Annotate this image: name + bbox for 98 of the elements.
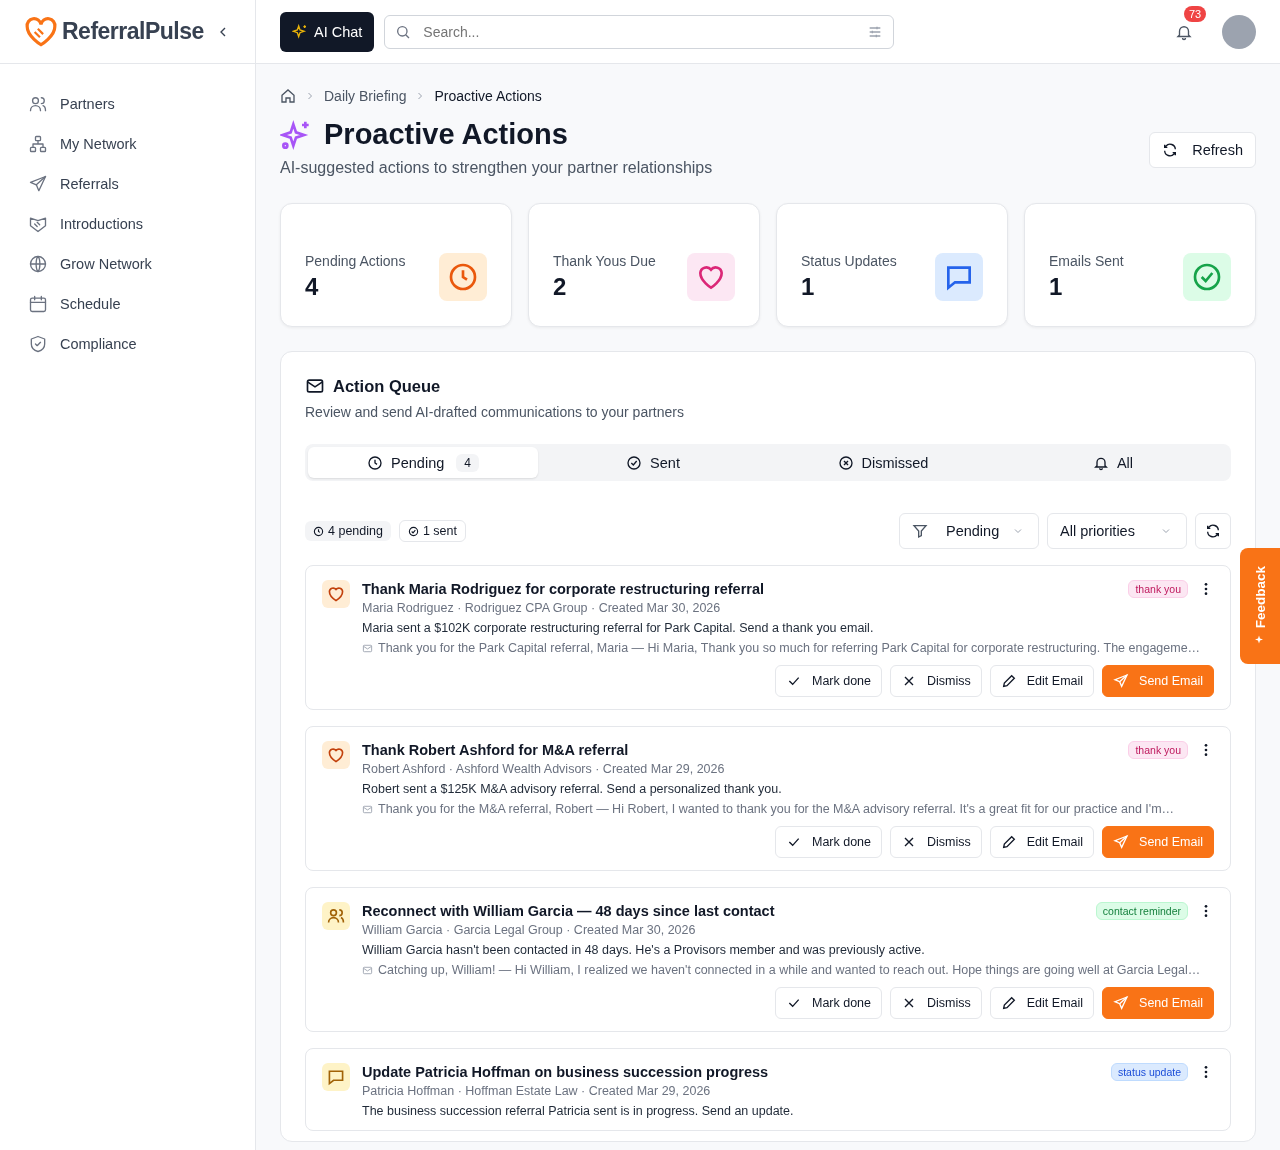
stat-value: 2 — [553, 273, 568, 301]
tab-count: 4 — [456, 453, 479, 472]
mail-icon — [362, 803, 373, 815]
sidebar-item[interactable]: Referrals — [24, 166, 231, 202]
mark-done-button[interactable]: Mark done — [774, 987, 883, 1019]
action-meta: Maria Rodriguez · Rodriguez CPA Group · Created Mar 30, 2026 — [362, 601, 722, 615]
page-subtitle: AI-suggested actions to strengthen your partner relationships — [280, 159, 713, 177]
tab[interactable]: Sent — [538, 447, 768, 478]
action-title: Reconnect with William Garcia — 48 days since last contact — [362, 903, 776, 919]
sidebar-item[interactable]: My Network — [24, 126, 231, 162]
chat-bubble-icon — [322, 1063, 350, 1091]
dismiss-button[interactable]: Dismiss — [890, 826, 982, 858]
pencil-icon — [1000, 995, 1017, 1011]
action-tag: contact reminder — [1095, 902, 1188, 920]
chip-label: 4 pending — [328, 524, 383, 538]
sidebar-item[interactable]: Compliance — [24, 326, 231, 362]
email-preview: Thank you for the M&A referral, Robert — Hi Robert, I wanted to thank you for the M&A advisory referral. It's a great fit for our practice and I'm… — [378, 802, 1175, 816]
mail-icon — [305, 376, 325, 396]
send-icon — [28, 174, 48, 194]
globe-icon — [28, 254, 48, 274]
tab[interactable]: All — [998, 447, 1228, 478]
email-preview: Catching up, William! — Hi William, I realized we haven't connected in a while and wanted to reach out. Hope things are going well at Garcia Legal… — [378, 963, 1201, 977]
action-tag: thank you — [1128, 580, 1188, 598]
calendar-icon — [28, 294, 48, 314]
action-description: Robert sent a $125K M&A advisory referral. Send a personalized thank you. — [362, 782, 783, 796]
mail-icon — [362, 642, 373, 654]
search-icon — [395, 23, 412, 40]
send-icon — [1113, 673, 1130, 689]
refresh-icon — [1205, 523, 1221, 539]
stat-label: Emails Sent — [1049, 253, 1124, 269]
x-circle-icon — [837, 454, 854, 471]
filter-dropdown[interactable]: Pending — [899, 513, 1039, 549]
sidebar-item[interactable]: Grow Network — [24, 246, 231, 282]
search-input[interactable]: Search... — [421, 22, 858, 41]
stat-value: 4 — [305, 273, 320, 301]
check-circle-icon — [626, 454, 643, 471]
action-description: William Garcia hasn't been contacted in 48 days. He's a Provisors member and was previously active. — [362, 943, 926, 957]
edit-email-button[interactable]: Edit Email — [989, 665, 1095, 697]
sidebar-item[interactable]: Schedule — [24, 286, 231, 322]
sparkle-icon — [292, 23, 308, 40]
dismiss-button[interactable]: Dismiss — [890, 665, 982, 697]
action-tag: thank you — [1128, 741, 1188, 759]
pencil-icon — [1000, 834, 1017, 850]
check-circle-icon — [407, 525, 419, 537]
send-icon — [1113, 834, 1130, 850]
reload-button[interactable] — [1195, 513, 1231, 549]
sidebar-item[interactable]: Introductions — [24, 206, 231, 242]
people-icon — [28, 94, 48, 114]
people-icon — [322, 902, 350, 930]
action-title: Thank Robert Ashford for M&A referral — [362, 742, 630, 758]
stat-label: Status Updates — [801, 253, 897, 269]
brand-name: ReferralPulse — [62, 18, 204, 45]
chat-bubble-icon — [935, 253, 983, 301]
network-icon — [28, 134, 48, 154]
breadcrumb-link[interactable]: Daily Briefing — [324, 88, 407, 104]
stat-value: 1 — [1049, 273, 1064, 301]
action-description: Maria sent a $102K corporate restructuring referral for Park Capital. Send a thank you email. — [362, 621, 875, 635]
sparkle-icon — [280, 118, 312, 151]
edit-email-button[interactable]: Edit Email — [989, 826, 1095, 858]
stat-value: 1 — [801, 273, 816, 301]
notification-badge: 73 — [1184, 5, 1207, 22]
action-title: Update Patricia Hoffman on business succession progress — [362, 1064, 770, 1080]
send-icon — [1113, 995, 1130, 1011]
action-meta: William Garcia · Garcia Legal Group · Created Mar 30, 2026 — [362, 923, 697, 937]
mark-done-button[interactable]: Mark done — [774, 665, 883, 697]
dismiss-button[interactable]: Dismiss — [890, 987, 982, 1019]
panel-title: Action Queue — [333, 376, 441, 396]
clock-icon — [313, 525, 324, 537]
shield-icon — [28, 334, 48, 354]
stat-label: Pending Actions — [305, 253, 406, 269]
chip-label: 1 sent — [422, 524, 457, 538]
tab[interactable]: Pending 4 — [308, 447, 538, 478]
action-description: The business succession referral Patricia sent is in progress. Send an update. — [362, 1104, 795, 1118]
home-icon[interactable] — [280, 88, 296, 104]
filter-icon — [912, 523, 928, 539]
clock-icon — [439, 253, 487, 301]
filter-dropdown[interactable]: All priorities — [1047, 513, 1187, 549]
sidebar-item[interactable]: Partners — [24, 86, 231, 122]
ai-chat-button[interactable]: AI Chat — [280, 11, 375, 52]
page-title: Proactive Actions — [324, 118, 568, 151]
tab[interactable]: Dismissed — [768, 447, 998, 478]
action-meta: Patricia Hoffman · Hoffman Estate Law · Created Mar 29, 2026 — [362, 1084, 712, 1098]
action-tag: status update — [1110, 1063, 1188, 1081]
mark-done-button[interactable]: Mark done — [774, 826, 883, 858]
mail-icon — [362, 964, 373, 976]
pencil-icon — [1000, 673, 1017, 689]
logo-icon — [24, 14, 58, 49]
breadcrumb-current: Proactive Actions — [434, 88, 542, 104]
stat-label: Thank Yous Due — [553, 253, 656, 269]
edit-email-button[interactable]: Edit Email — [989, 987, 1095, 1019]
refresh-icon — [1162, 142, 1179, 158]
email-preview: Thank you for the Park Capital referral, Maria — Hi Maria, Thank you so much for referring Park Capital for corporate restructuring. The engageme… — [378, 641, 1201, 655]
search-field[interactable]: Search... — [384, 14, 895, 49]
action-title: Thank Maria Rodriguez for corporate restructuring referral — [362, 581, 766, 597]
panel-subtitle: Review and send AI-drafted communications to your partners — [305, 404, 685, 420]
refresh-button[interactable]: Refresh — [1149, 132, 1256, 168]
action-meta: Robert Ashford · Ashford Wealth Advisors · Created Mar 29, 2026 — [362, 762, 726, 776]
clock-icon — [367, 454, 384, 471]
